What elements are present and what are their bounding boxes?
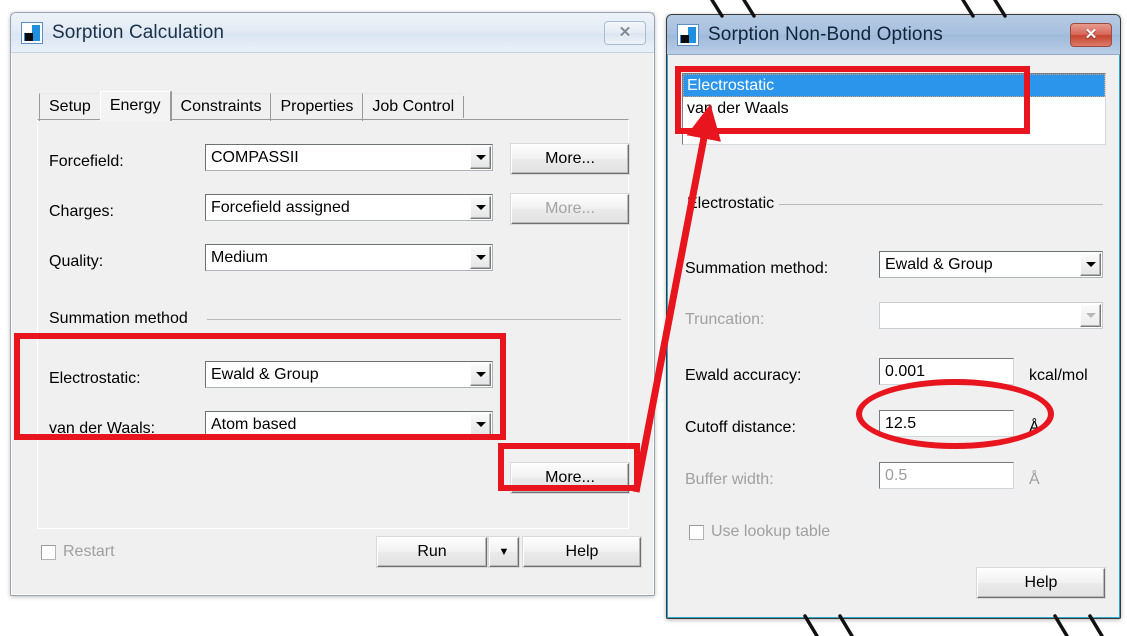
electrostatic-combobox[interactable]: Ewald & Group (205, 361, 493, 388)
close-icon: ✕ (1084, 26, 1098, 43)
buffer-width-unit: Å (1029, 471, 1040, 488)
use-lookup-table-label: Use lookup table (711, 523, 831, 540)
truncation-combobox (879, 302, 1103, 329)
summation-method-group-title: Summation method (49, 310, 188, 327)
forcefield-combobox[interactable]: COMPASSII (205, 144, 493, 171)
list-item-van-der-waals[interactable]: van der Waals (683, 97, 1105, 120)
tab-setup[interactable]: Setup (39, 93, 100, 121)
sorption-calculation-dialog[interactable]: Sorption Calculation ✕ Setup Energy Cons… (10, 12, 655, 596)
list-item-electrostatic[interactable]: Electrostatic (683, 74, 1105, 97)
forcefield-value: COMPASSII (211, 148, 299, 166)
sorption-non-bond-options-dialog[interactable]: Sorption Non-Bond Options ✕ Electrostati… (666, 14, 1121, 619)
close-icon: ✕ (618, 24, 632, 41)
buffer-width-value: 0.5 (885, 466, 908, 484)
ewald-accuracy-label: Ewald accuracy: (685, 367, 802, 384)
ewald-accuracy-value: 0.001 (885, 362, 926, 380)
left-dialog-close-button[interactable]: ✕ (604, 20, 646, 45)
sorption-app-icon (677, 23, 699, 46)
electrostatic-group-title: Electrostatic (687, 195, 775, 212)
buffer-width-input: 0.5 (879, 462, 1014, 489)
truncation-label: Truncation: (685, 311, 765, 328)
electrostatic-group-line (779, 204, 1103, 205)
chevron-down-icon[interactable] (470, 363, 491, 386)
tab-constraints[interactable]: Constraints (170, 93, 271, 121)
quality-combobox[interactable]: Medium (205, 244, 493, 271)
right-summation-method-combobox[interactable]: Ewald & Group (879, 251, 1103, 278)
chevron-down-icon[interactable] (470, 246, 491, 269)
van-der-waals-label: van der Waals: (49, 420, 156, 437)
forcefield-label: Forcefield: (49, 153, 124, 170)
chevron-down-icon[interactable] (470, 146, 491, 169)
cutoff-distance-unit: Å (1029, 419, 1040, 436)
left-dialog-tabstrip[interactable]: Setup Energy Constraints Properties Job … (39, 91, 599, 121)
chevron-down-icon[interactable] (1080, 253, 1101, 276)
charges-more-button: More... (511, 194, 629, 224)
checkbox-box (689, 524, 704, 540)
restart-label: Restart (63, 543, 115, 560)
right-dialog-titlebar[interactable]: Sorption Non-Bond Options ✕ (667, 15, 1120, 55)
charges-combobox[interactable]: Forcefield assigned (205, 194, 493, 221)
run-dropdown-button[interactable]: ▼ (489, 537, 519, 567)
charges-value: Forcefield assigned (211, 198, 350, 216)
tabstrip-end-divider (463, 96, 465, 118)
summation-method-group-line (207, 319, 621, 320)
summation-more-button[interactable]: More... (511, 463, 629, 493)
cutoff-distance-value: 12.5 (885, 414, 917, 432)
ewald-accuracy-unit: kcal/mol (1029, 367, 1088, 384)
left-dialog-titlebar[interactable]: Sorption Calculation ✕ (11, 13, 654, 53)
ewald-accuracy-input[interactable]: 0.001 (879, 358, 1014, 385)
tab-job-control[interactable]: Job Control (362, 93, 464, 121)
right-dialog-close-button[interactable]: ✕ (1070, 22, 1112, 47)
restart-checkbox: Restart (41, 543, 115, 561)
left-help-button[interactable]: Help (523, 537, 641, 567)
electrostatic-label: Electrostatic: (49, 370, 141, 387)
checkbox-box (41, 544, 56, 560)
chevron-down-icon (1080, 304, 1101, 327)
van-der-waals-value: Atom based (211, 415, 297, 433)
quality-label: Quality: (49, 253, 104, 270)
tab-energy[interactable]: Energy (99, 91, 171, 121)
use-lookup-table-checkbox: Use lookup table (689, 523, 830, 541)
right-help-button[interactable]: Help (977, 568, 1105, 598)
left-dialog-title: Sorption Calculation (52, 21, 225, 43)
right-summation-method-value: Ewald & Group (885, 255, 993, 273)
run-button[interactable]: Run (377, 537, 487, 567)
sorption-app-icon (21, 21, 43, 44)
chevron-down-icon[interactable] (470, 196, 491, 219)
charges-label: Charges: (49, 203, 114, 220)
chevron-down-icon[interactable] (470, 413, 491, 436)
cutoff-distance-label: Cutoff distance: (685, 419, 796, 436)
forcefield-more-button[interactable]: More... (511, 144, 629, 174)
buffer-width-label: Buffer width: (685, 471, 774, 488)
electrostatic-value: Ewald & Group (211, 365, 319, 383)
quality-value: Medium (211, 248, 268, 266)
van-der-waals-combobox[interactable]: Atom based (205, 411, 493, 438)
tab-properties[interactable]: Properties (270, 93, 363, 121)
right-dialog-title: Sorption Non-Bond Options (708, 23, 943, 45)
non-bond-terms-listbox[interactable]: Electrostatic van der Waals (682, 73, 1106, 145)
right-summation-method-label: Summation method: (685, 260, 829, 277)
cutoff-distance-input[interactable]: 12.5 (879, 410, 1014, 437)
